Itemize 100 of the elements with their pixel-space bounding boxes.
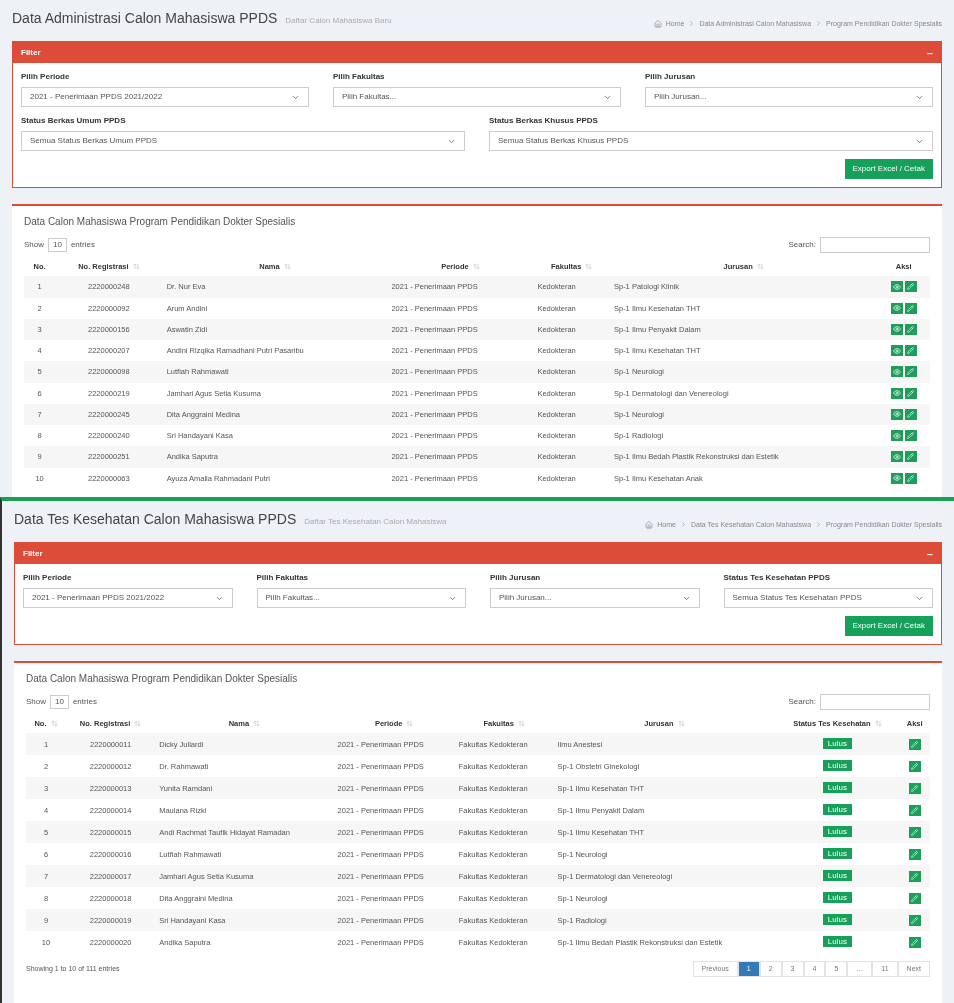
edit-button[interactable] <box>904 430 917 442</box>
edit-button[interactable] <box>908 936 921 948</box>
table-title: Data Calon Mahasiswa Program Pendidikan Dokter Spesialis <box>24 215 297 229</box>
status-badge: Lulus <box>822 848 852 860</box>
edit-button[interactable] <box>904 345 917 357</box>
status-badge: Lulus <box>822 760 852 772</box>
table-title: Data Calon Mahasiswa Program Pendidikan Dokter Spesialis <box>26 672 299 686</box>
page-subtitle: Daftar Calon Mahasiswa Baru <box>285 15 392 27</box>
view-button[interactable] <box>890 302 903 314</box>
show-label: Show <box>24 239 44 251</box>
page-subtitle: Daftar Tes Kesehatan Calon Mahasiswa <box>304 516 447 528</box>
filter-title: Filter <box>21 47 41 59</box>
edit-button[interactable] <box>908 848 921 860</box>
pencil-icon <box>911 806 919 814</box>
field-label: Pilih Jurusan <box>490 572 542 584</box>
pencil-icon <box>911 850 919 858</box>
pencil-icon <box>907 432 915 440</box>
eye-icon <box>892 304 901 313</box>
breadcrumb-separator-icon <box>688 20 696 28</box>
edit-button[interactable] <box>908 782 921 794</box>
eye-icon <box>892 367 901 376</box>
edit-button[interactable] <box>904 451 917 463</box>
field-label: Status Berkas Umum PPDS <box>21 115 127 127</box>
edit-button[interactable] <box>908 804 921 816</box>
view-button[interactable] <box>890 366 903 378</box>
pencil-icon <box>907 347 915 355</box>
select-field[interactable]: 2021 - Penerimaan PPDS 2021/2022 <box>21 87 309 107</box>
pencil-icon <box>911 938 919 946</box>
pencil-icon <box>907 368 915 376</box>
view-button[interactable] <box>890 323 903 335</box>
edit-button[interactable] <box>904 366 917 378</box>
select-field[interactable]: Pilih Fakultas... <box>256 588 466 608</box>
edit-button[interactable] <box>908 826 921 838</box>
pencil-icon <box>911 916 919 924</box>
field-label: Pilih Fakultas <box>333 71 386 83</box>
select-field[interactable]: Semua Status Berkas Umum PPDS <box>21 131 465 151</box>
search-field[interactable] <box>820 237 930 253</box>
eye-icon <box>892 410 901 419</box>
page-size-select[interactable]: 10 <box>50 695 69 709</box>
select-field[interactable]: Pilih Fakultas... <box>333 87 621 107</box>
breadcrumb-separator-icon <box>815 20 823 28</box>
field-label: Pilih Periode <box>21 71 71 83</box>
collapse-button[interactable]: − <box>927 546 933 562</box>
eye-icon <box>892 431 901 440</box>
view-button[interactable] <box>890 472 903 484</box>
page-size-select[interactable]: 10 <box>48 238 67 252</box>
edit-button[interactable] <box>908 760 921 772</box>
view-button[interactable] <box>890 451 903 463</box>
select-field[interactable]: Pilih Jurusan... <box>645 87 933 107</box>
pencil-icon <box>911 894 919 902</box>
collapse-button[interactable]: − <box>927 45 933 61</box>
breadcrumb-separator-icon <box>815 521 823 529</box>
status-badge: Lulus <box>822 804 852 816</box>
entries-label: entries <box>72 696 97 708</box>
edit-button[interactable] <box>908 892 921 904</box>
status-badge: Lulus <box>822 738 852 750</box>
select-field[interactable]: Semua Status Berkas Khusus PPDS <box>489 131 933 151</box>
view-button[interactable] <box>890 345 903 357</box>
pencil-icon <box>907 410 915 418</box>
status-badge: Lulus <box>822 914 852 926</box>
view-button[interactable] <box>890 281 903 293</box>
status-badge: Lulus <box>822 892 852 904</box>
field-label: Status Berkas Khusus PPDS <box>489 115 599 127</box>
pencil-icon <box>907 389 915 397</box>
select-field[interactable]: Pilih Jurusan... <box>490 588 700 608</box>
edit-button[interactable] <box>908 870 921 882</box>
view-button[interactable] <box>890 387 903 399</box>
field-label: Pilih Jurusan <box>645 71 697 83</box>
field-label: Pilih Fakultas <box>256 572 310 584</box>
edit-button[interactable] <box>908 914 921 926</box>
select-field[interactable]: Semua Status Tes Kesehatan PPDS <box>723 588 933 608</box>
pencil-icon <box>907 283 915 291</box>
edit-button[interactable] <box>904 408 917 420</box>
pencil-icon <box>907 304 915 312</box>
entries-label: entries <box>70 239 95 251</box>
pencil-icon <box>907 474 915 482</box>
search-field[interactable] <box>820 694 930 710</box>
search-label: Search: <box>788 696 816 708</box>
pencil-icon <box>911 828 919 836</box>
page-title: Data Tes Kesehatan Calon Mahasiswa PPDS <box>14 510 297 529</box>
search-label: Search: <box>788 239 816 251</box>
status-badge: Lulus <box>822 826 852 838</box>
home-icon <box>645 520 654 529</box>
eye-icon <box>892 389 901 398</box>
eye-icon <box>892 346 901 355</box>
edit-button[interactable] <box>904 281 917 293</box>
edit-button[interactable] <box>904 323 917 335</box>
view-button[interactable] <box>890 430 903 442</box>
page-title: Data Administrasi Calon Mahasiswa PPDS <box>12 9 278 28</box>
edit-button[interactable] <box>904 302 917 314</box>
show-label: Show <box>26 696 46 708</box>
breadcrumb-separator-icon <box>679 521 687 529</box>
edit-button[interactable] <box>904 387 917 399</box>
pencil-icon <box>907 453 915 461</box>
view-button[interactable] <box>890 408 903 420</box>
select-field[interactable]: 2021 - Penerimaan PPDS 2021/2022 <box>23 588 233 608</box>
edit-button[interactable] <box>908 738 921 750</box>
filter-title: Filter <box>23 548 43 560</box>
eye-icon <box>892 452 901 461</box>
edit-button[interactable] <box>904 472 917 484</box>
